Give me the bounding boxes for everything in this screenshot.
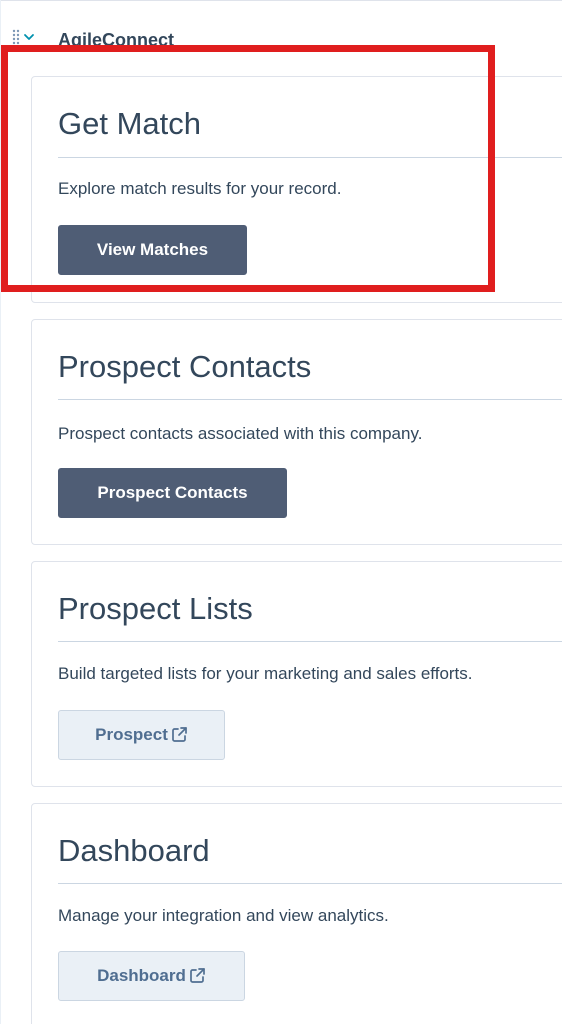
left-divider [0, 0, 1, 1024]
button-label: Prospect [95, 725, 168, 744]
button-label: Dashboard [97, 966, 186, 985]
card-dashboard: Dashboard Manage your integration and vi… [31, 803, 562, 1024]
button-label: Prospect Contacts [97, 483, 248, 502]
card-divider [58, 641, 562, 642]
card-title: Get Match [58, 106, 201, 141]
view-matches-button[interactable]: View Matches [58, 225, 247, 275]
prospect-button[interactable]: Prospect [58, 710, 225, 760]
card-divider [58, 399, 562, 400]
external-link-icon [171, 726, 188, 743]
card-description: Build targeted lists for your marketing … [58, 664, 473, 683]
card-prospect-contacts: Prospect Contacts Prospect contacts asso… [31, 319, 562, 545]
external-link-icon [189, 967, 206, 984]
section-title[interactable]: AgileConnect [58, 30, 174, 51]
prospect-contacts-button[interactable]: Prospect Contacts [58, 468, 287, 518]
top-divider [0, 0, 562, 1]
card-divider [58, 157, 562, 158]
card-divider [58, 883, 562, 884]
drag-handle-icon[interactable] [12, 29, 20, 45]
section-header[interactable]: AgileConnect [12, 22, 174, 52]
card-title: Prospect Contacts [58, 349, 312, 384]
card-title: Prospect Lists [58, 591, 253, 626]
card-description: Manage your integration and view analyti… [58, 906, 389, 925]
chevron-down-icon[interactable] [22, 30, 36, 44]
card-prospect-lists: Prospect Lists Build targeted lists for … [31, 561, 562, 787]
dashboard-button[interactable]: Dashboard [58, 951, 245, 1001]
card-title: Dashboard [58, 833, 210, 868]
button-label: View Matches [96, 240, 209, 259]
card-get-match: Get Match Explore match results for your… [31, 76, 562, 303]
page: AgileConnect Get Match Explore match res… [0, 0, 562, 1024]
card-description: Prospect contacts associated with this c… [58, 424, 423, 443]
card-description: Explore match results for your record. [58, 179, 342, 198]
